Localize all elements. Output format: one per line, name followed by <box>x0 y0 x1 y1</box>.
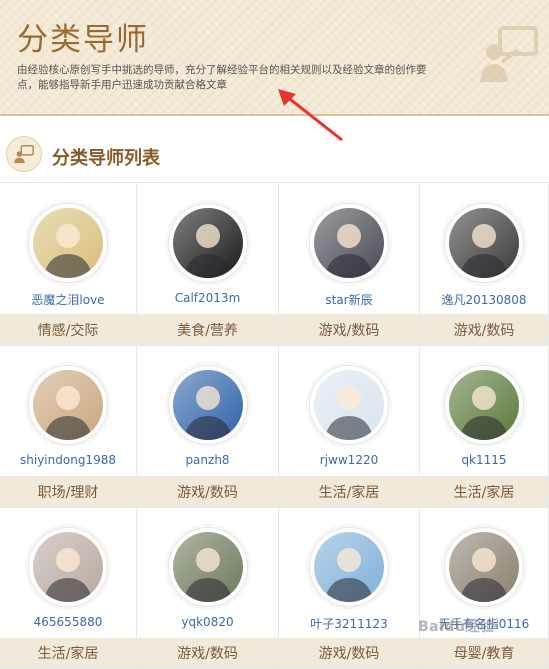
avatar-frame <box>167 365 248 445</box>
mentor-card[interactable]: 逸凡20130808 游戏/数码 <box>420 184 549 346</box>
mentor-category-label[interactable]: 职场/理财 <box>0 476 136 507</box>
mentor-category-label[interactable]: 生活/家居 <box>420 476 548 507</box>
mentor-card[interactable]: shiyindong1988 职场/理财 <box>0 346 137 508</box>
mentor-username-link[interactable]: Calf2013m <box>137 291 278 305</box>
avatar-frame <box>444 203 524 283</box>
avatar-frame <box>167 203 248 283</box>
section-header: 分类导师列表 <box>0 131 549 183</box>
mentor-username-link[interactable]: 465655880 <box>0 615 136 629</box>
chat-board-icon <box>478 22 542 86</box>
avatar-frame <box>167 527 248 607</box>
mentor-card[interactable]: star新辰游戏/数码 <box>279 184 420 346</box>
avatar[interactable] <box>449 208 519 278</box>
mentor-card[interactable]: qk1115 生活/家居 <box>420 346 549 508</box>
mentor-card[interactable]: 恶魔之泪love 情感/交际 <box>0 184 137 346</box>
mentor-category-label[interactable]: 游戏/数码 <box>137 476 278 507</box>
mentor-category-label[interactable]: 生活/家居 <box>279 476 419 507</box>
watermark-logo: Baidu经验 <box>418 619 495 635</box>
avatar[interactable] <box>33 208 103 278</box>
mentor-category-label[interactable]: 游戏/数码 <box>279 314 419 345</box>
mentor-username-link[interactable]: shiyindong1988 <box>0 453 136 467</box>
mentor-category-label[interactable]: 母婴/教育 <box>420 638 548 668</box>
mentor-category-label[interactable]: 游戏/数码 <box>137 638 278 668</box>
avatar[interactable] <box>314 532 384 602</box>
mentor-username-link[interactable]: star新辰 <box>279 291 419 308</box>
page-description: 由经验核心原创写手中挑选的导师，充分了解经验平台的相关规则以及经验文章的创作要点… <box>17 64 427 91</box>
avatar-frame <box>309 527 389 607</box>
avatar-frame <box>28 365 108 445</box>
avatar-frame <box>444 365 524 445</box>
avatar[interactable] <box>314 208 384 278</box>
avatar-frame <box>28 203 108 283</box>
page-title: 分类导师 <box>17 22 149 58</box>
avatar[interactable] <box>172 208 243 278</box>
mentor-category-label[interactable]: 美食/营养 <box>137 314 278 345</box>
mentor-card[interactable]: 465655880 生活/家居 <box>0 508 137 669</box>
mentor-username-link[interactable]: qk1115 <box>420 453 548 467</box>
avatar-frame <box>28 527 108 607</box>
mentor-username-link[interactable]: rjww1220 <box>279 453 419 467</box>
mentor-category-label[interactable]: 生活/家居 <box>0 638 136 668</box>
section-title: 分类导师列表 <box>52 148 160 169</box>
mentor-grid: 恶魔之泪love 情感/交际 Calf2013m 美食/营养 star新辰 游戏/数码 逸凡… <box>0 184 549 669</box>
mentor-category-label[interactable]: 游戏/数码 <box>279 638 419 668</box>
avatar[interactable] <box>314 370 384 440</box>
mentor-card[interactable]: 无手有名指0116 母婴/教育 <box>420 508 549 669</box>
mentor-category-label[interactable]: 情感/交际 <box>0 314 136 345</box>
avatar-frame <box>444 527 524 607</box>
avatar-frame <box>309 365 389 445</box>
avatar[interactable] <box>172 532 243 602</box>
mentor-category-label[interactable]: 游戏/数码 <box>420 314 548 345</box>
mentor-chat-icon <box>6 136 42 172</box>
avatar[interactable] <box>33 370 103 440</box>
mentor-username-link[interactable]: 叶子3211123 <box>279 615 419 632</box>
mentor-card[interactable]: panzh8 游戏/数码 <box>137 346 279 508</box>
avatar[interactable] <box>172 370 243 440</box>
mentor-card[interactable]: rjww1220 生活/家居 <box>279 346 420 508</box>
avatar-frame <box>309 203 389 283</box>
mentor-username-link[interactable]: panzh8 <box>137 453 278 467</box>
mentor-card[interactable]: 叶子3211123 游戏/数码 <box>279 508 420 669</box>
avatar[interactable] <box>449 370 519 440</box>
mentor-username-link[interactable]: yqk0820 <box>137 615 278 629</box>
mentor-username-link[interactable]: 逸凡20130808 <box>420 291 548 308</box>
mentor-card[interactable]: yqk0820 游戏/数码 <box>137 508 279 669</box>
mentor-username-link[interactable]: 恶魔之泪love <box>0 291 136 308</box>
avatar[interactable] <box>449 532 519 602</box>
mentor-card[interactable]: Calf2013m 美食/营养 <box>137 184 279 346</box>
avatar[interactable] <box>33 532 103 602</box>
